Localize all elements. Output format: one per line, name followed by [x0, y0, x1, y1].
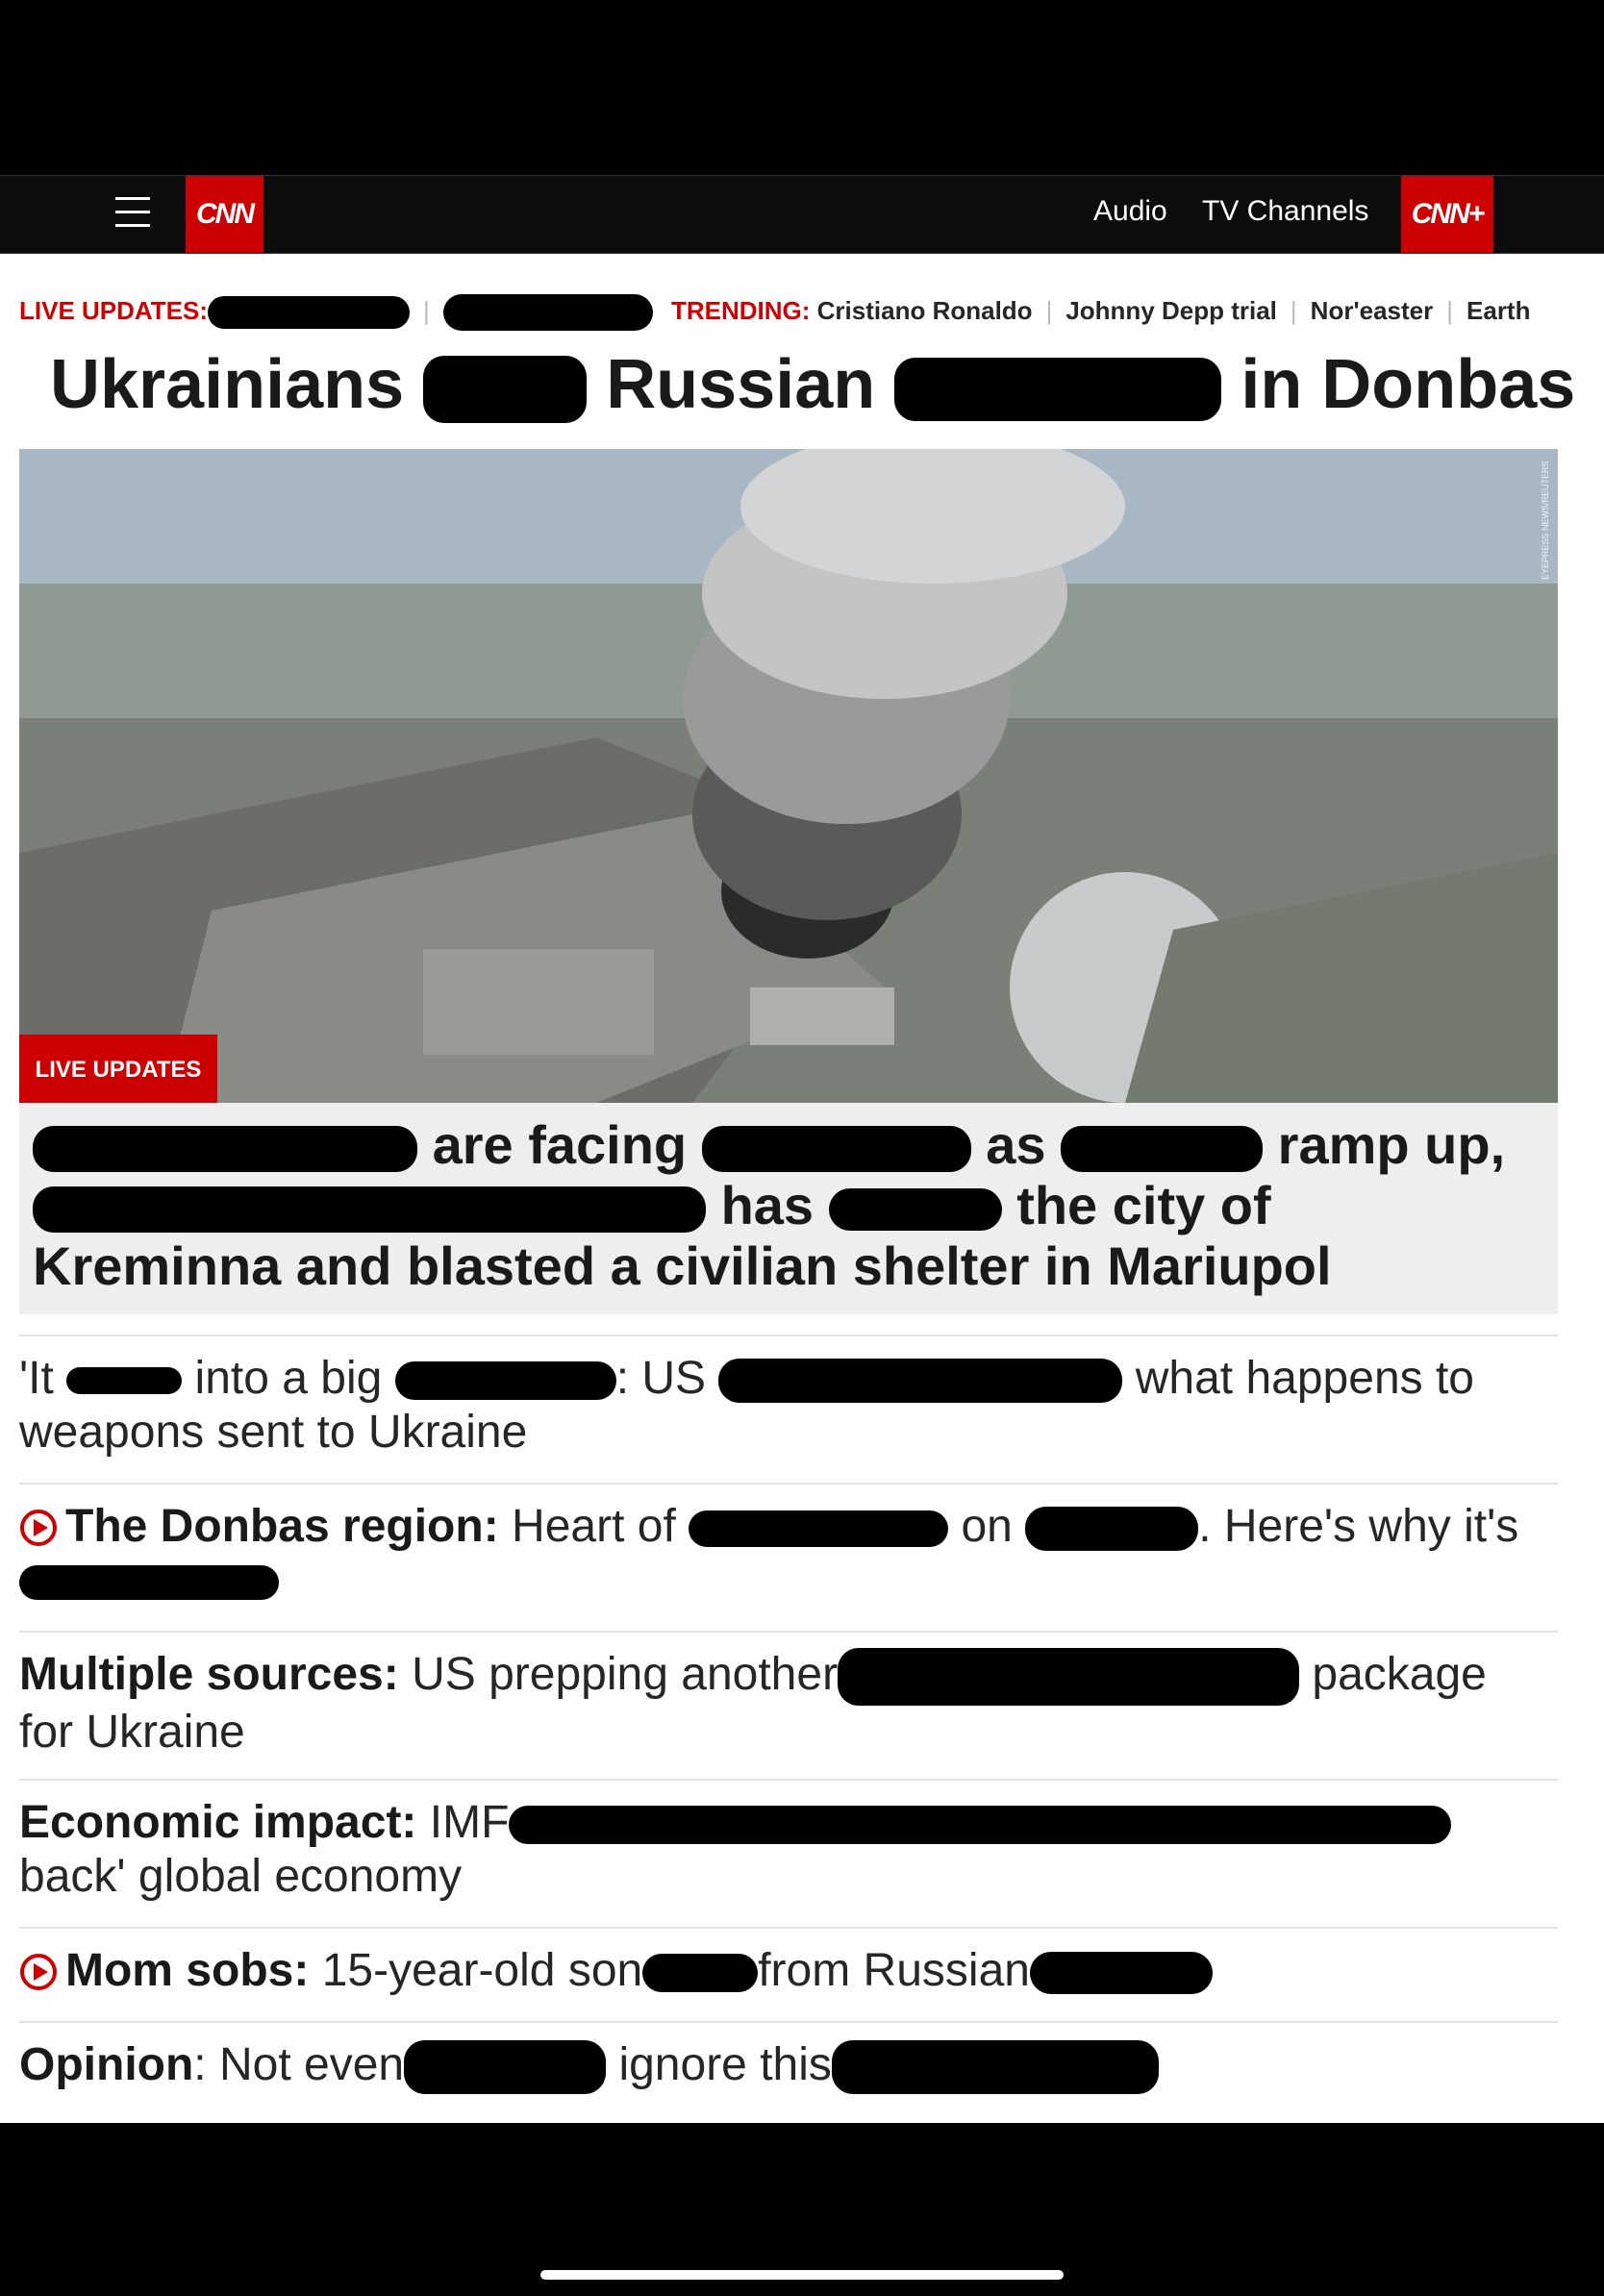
redaction	[33, 1126, 417, 1173]
story-text: : Not even	[193, 2039, 405, 2090]
story-text: back' global economy	[19, 1851, 463, 1902]
story-text: : US	[615, 1353, 707, 1404]
page-headline[interactable]: Ukrainians Russian in Donbas	[50, 345, 1575, 424]
story-label: Mom sobs:	[65, 1945, 310, 1996]
redaction	[1029, 1952, 1213, 1995]
headline-text: in Donbas	[1241, 346, 1576, 423]
redaction	[1061, 1126, 1264, 1173]
redaction	[66, 1367, 183, 1395]
redaction	[404, 2040, 607, 2095]
hero-caption[interactable]: are facing as ramp up, has the city of K…	[19, 1103, 1558, 1314]
story-item[interactable]: Multiple sources: US prepping another pa…	[19, 1631, 1558, 1779]
story-text: weapons sent to Ukraine	[19, 1407, 528, 1458]
cnn-plus-button[interactable]: CNN+	[1401, 176, 1493, 253]
story-text: into a big	[194, 1353, 383, 1404]
cnn-logo[interactable]: CNN	[186, 176, 263, 253]
redaction	[642, 1954, 759, 1993]
redaction	[838, 1648, 1300, 1707]
menu-icon[interactable]	[115, 197, 150, 232]
story-item[interactable]: 'It into a big : US what happens to weap…	[19, 1335, 1558, 1483]
story-label: The Donbas region:	[65, 1501, 499, 1552]
story-list: 'It into a big : US what happens to weap…	[19, 1335, 1558, 2117]
live-updates-label: LIVE UPDATES:	[19, 295, 208, 325]
story-item[interactable]: Opinion: Not even ignore this	[19, 2021, 1558, 2117]
redaction	[394, 1361, 616, 1401]
caption-text: ramp up,	[1277, 1114, 1506, 1175]
live-updates-badge[interactable]: LIVE UPDATES	[19, 1035, 217, 1103]
story-text: Heart of	[512, 1501, 676, 1552]
smoke-photo	[19, 449, 1558, 1103]
redaction	[1025, 1507, 1199, 1552]
status-bar-area	[0, 0, 1604, 175]
story-text: what happens to	[1135, 1353, 1474, 1404]
redaction	[33, 1186, 706, 1234]
redaction	[831, 2040, 1159, 2095]
caption-text: Kreminna and blasted a civilian shelter …	[33, 1235, 1332, 1296]
redaction	[828, 1188, 1002, 1232]
redaction	[442, 294, 653, 331]
trending-label: TRENDING:	[670, 295, 811, 325]
story-item[interactable]: The Donbas region: Heart of on . Here's …	[19, 1483, 1558, 1631]
story-text: US prepping another	[412, 1649, 839, 1700]
story-text: for Ukraine	[19, 1707, 245, 1759]
trending-item[interactable]: Nor'easter	[1311, 296, 1434, 325]
story-text: ignore this	[618, 2039, 832, 2090]
top-nav-bar: CNN Audio TV Channels CNN+	[0, 175, 1604, 254]
story-text: IMF	[429, 1797, 510, 1848]
story-text: . Here's why it's	[1198, 1501, 1519, 1552]
nav-tv-channels-link[interactable]: TV Channels	[1202, 195, 1368, 228]
caption-text: as	[986, 1114, 1046, 1175]
story-label: Opinion	[19, 2039, 194, 2090]
main-content: LIVE UPDATES: | TRENDING: Cristiano Ronal…	[0, 254, 1604, 2123]
story-text: 'It	[19, 1353, 54, 1404]
redaction	[894, 357, 1222, 421]
story-label: Economic impact:	[19, 1797, 417, 1848]
story-item[interactable]: Economic impact: IMF back' global econom…	[19, 1779, 1558, 1927]
caption-text: the city of	[1016, 1175, 1271, 1235]
redaction	[718, 1359, 1123, 1404]
home-indicator[interactable]	[540, 2270, 1064, 2280]
redaction	[701, 1126, 971, 1173]
headline-text: Ukrainians	[50, 346, 405, 423]
video-play-icon	[20, 1954, 57, 1990]
story-label: Multiple sources:	[19, 1649, 399, 1700]
video-play-icon	[20, 1510, 57, 1546]
story-text: from Russian	[758, 1945, 1030, 1996]
caption-text: has	[720, 1175, 815, 1235]
story-text: package	[1312, 1649, 1487, 1700]
redaction	[207, 296, 410, 329]
headline-text: Russian	[606, 346, 876, 423]
redaction	[423, 355, 588, 423]
story-text: on	[961, 1501, 1013, 1552]
redaction	[19, 1565, 279, 1601]
photo-credit: EYEPRESS NEWS/REUTERS	[1541, 461, 1550, 580]
trending-item[interactable]: Johnny Depp trial	[1065, 296, 1277, 325]
hero-image[interactable]: EYEPRESS NEWS/REUTERS LIVE UPDATES	[19, 449, 1558, 1103]
redaction	[509, 1806, 1452, 1845]
trending-item[interactable]: Cristiano Ronaldo	[817, 296, 1033, 325]
trending-item[interactable]: Earth	[1466, 296, 1530, 325]
redaction	[689, 1510, 949, 1548]
caption-text: are facing	[432, 1114, 688, 1175]
nav-audio-link[interactable]: Audio	[1093, 195, 1167, 228]
ticker-bar: LIVE UPDATES: | TRENDING: Cristiano Ronal…	[19, 294, 1585, 331]
story-text: 15-year-old son	[321, 1945, 643, 1996]
story-item[interactable]: Mom sobs: 15-year-old son from Russian	[19, 1927, 1558, 2021]
